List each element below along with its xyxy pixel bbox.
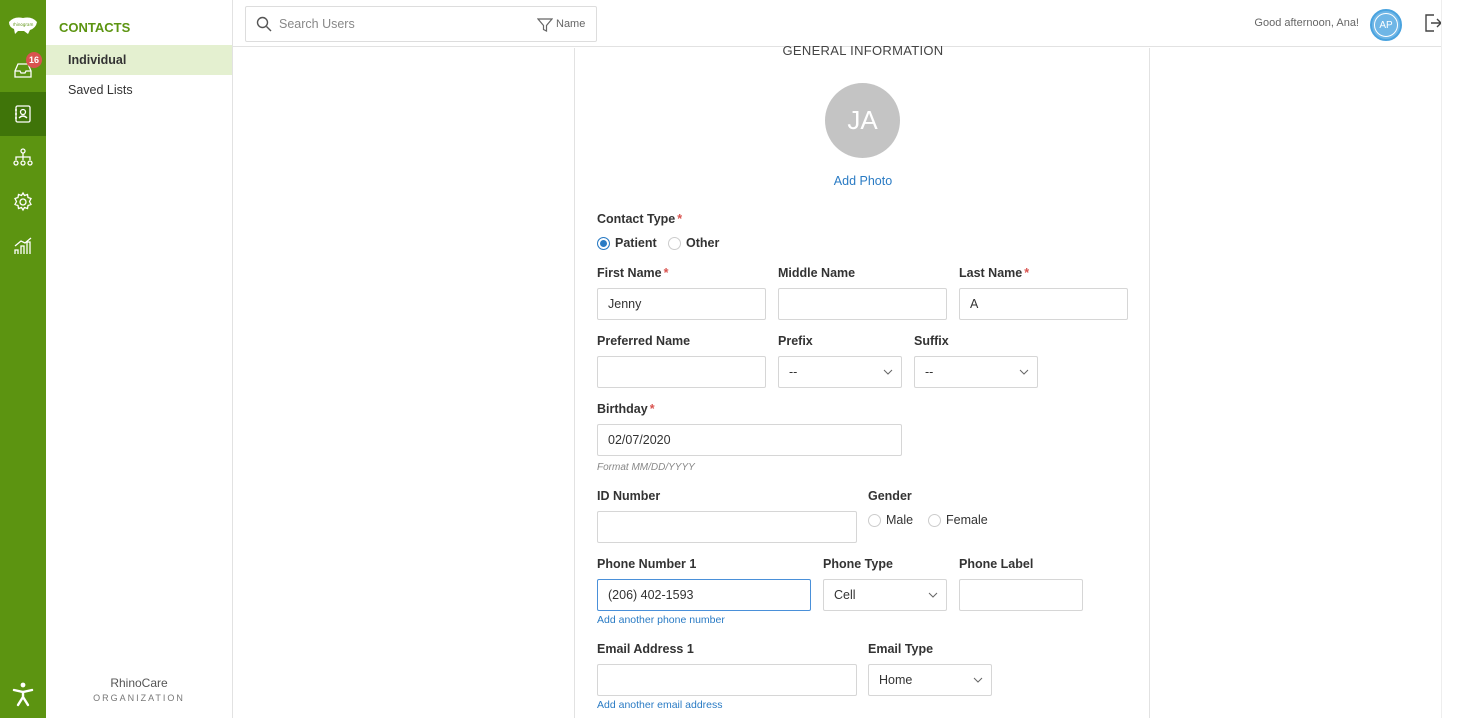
required-mark: * [649,402,655,416]
add-email-link[interactable]: Add another email address [597,699,723,711]
id-number-label: ID Number [597,489,661,503]
subnav-item-individual[interactable]: Individual [46,45,232,75]
contact-type-other-radio[interactable]: Other [668,236,719,250]
contact-initials: JA [847,105,878,135]
rail-settings-button[interactable] [0,180,46,224]
filter-icon[interactable] [537,17,553,33]
first-name-label-text: First Name [597,266,662,280]
inbox-badge: 16 [26,52,42,68]
phone-number-1-label: Phone Number 1 [597,557,697,571]
suffix-select[interactable]: -- [914,356,1038,388]
filter-label[interactable]: Name [556,18,585,30]
add-photo-container: Add Photo [575,172,1151,190]
section-title: GENERAL INFORMATION [782,43,944,58]
last-name-field[interactable]: A [959,288,1128,320]
last-name-label-text: Last Name [959,266,1023,280]
suffix-value: -- [925,365,934,379]
contact-type-label: Contact Type * [597,212,682,226]
accessibility-button[interactable] [0,674,46,714]
top-bar: Name Good afternoon, Ana! AP [233,0,1443,47]
contacts-subnav: CONTACTS Individual Saved Lists RhinoCar… [46,0,233,718]
gender-female-radio[interactable]: Female [928,513,988,527]
required-mark: * [663,266,669,280]
radio-unselected-icon [868,513,881,527]
search-input[interactable] [279,14,519,34]
phone-type-value: Cell [834,588,856,602]
birthday-label-text: Birthday [597,402,648,416]
middle-name-field[interactable] [778,288,947,320]
chevron-down-icon [973,677,983,683]
svg-text:rhinogram: rhinogram [13,22,34,27]
contact-type-label-text: Contact Type [597,212,676,226]
contact-type-patient-radio[interactable]: Patient [597,236,657,250]
email-address-1-field[interactable] [597,664,857,696]
radio-label: Female [946,513,988,527]
first-name-label: First Name * [597,266,668,280]
gender-label: Gender [868,489,912,503]
radio-unselected-icon [668,236,681,250]
first-name-field[interactable]: Jenny [597,288,766,320]
middle-name-label: Middle Name [778,266,856,280]
org-type: ORGANIZATION [93,693,185,703]
rail-contacts-button[interactable] [0,92,46,136]
phone-label-field[interactable] [959,579,1083,611]
contact-form-card: GENERAL INFORMATION JA Add Photo Contact… [574,43,1151,718]
suffix-label: Suffix [914,334,949,348]
preferred-name-field[interactable] [597,356,766,388]
settings-icon [14,191,32,212]
id-number-field[interactable] [597,511,857,543]
chevron-down-icon [883,369,893,375]
email-type-label: Email Type [868,642,934,656]
greeting-text: Good afternoon, Ana! [1254,17,1359,29]
add-photo-link[interactable]: Add Photo [834,174,892,188]
rhinogram-logo-icon[interactable]: rhinogram [6,14,40,36]
contact-avatar: JA [825,83,900,158]
phone-type-select[interactable]: Cell [823,579,947,611]
user-initials: AP [1379,19,1393,31]
app-rail: rhinogram 16 [0,0,46,718]
email-type-select[interactable]: Home [868,664,992,696]
preferred-name-label: Preferred Name [597,334,691,348]
required-mark: * [677,212,683,226]
prefix-value: -- [789,365,798,379]
main-content: GENERAL INFORMATION JA Add Photo Contact… [233,43,1441,718]
phone-number-1-field[interactable]: (206) 402-1593 [597,579,811,611]
search-icon [256,16,272,32]
birthday-field[interactable]: 02/07/2020 [597,424,902,456]
radio-label: Patient [615,236,657,250]
required-mark: * [1024,266,1030,280]
subnav-item-saved-lists[interactable]: Saved Lists [46,75,232,105]
email-address-1-label: Email Address 1 [597,642,694,656]
email-type-value: Home [879,673,913,687]
prefix-label: Prefix [778,334,813,348]
chevron-down-icon [1019,369,1029,375]
scroll-gutter [1441,0,1463,718]
subnav-title: CONTACTS [59,20,131,35]
gender-male-radio[interactable]: Male [868,513,913,527]
birthday-format-hint: Format MM/DD/YYYY [597,462,695,473]
rail-analytics-button[interactable] [0,224,46,268]
org-chart-icon [13,148,33,166]
prefix-select[interactable]: -- [778,356,902,388]
phone-label-label: Phone Label [959,557,1034,571]
contacts-icon [15,105,31,123]
user-search: Name [245,6,597,42]
accessibility-icon [12,682,34,707]
birthday-label: Birthday * [597,402,655,416]
chevron-down-icon [928,592,938,598]
radio-unselected-icon [928,513,941,527]
analytics-icon [14,237,32,254]
phone-type-label: Phone Type [823,557,893,571]
last-name-label: Last Name * [959,266,1029,280]
radio-label: Male [886,513,914,527]
radio-label: Other [686,236,720,250]
rail-org-button[interactable] [0,136,46,180]
add-phone-link[interactable]: Add another phone number [597,614,725,626]
org-name: RhinoCare [110,676,168,690]
user-avatar[interactable]: AP [1370,9,1402,41]
radio-selected-icon [597,236,610,250]
